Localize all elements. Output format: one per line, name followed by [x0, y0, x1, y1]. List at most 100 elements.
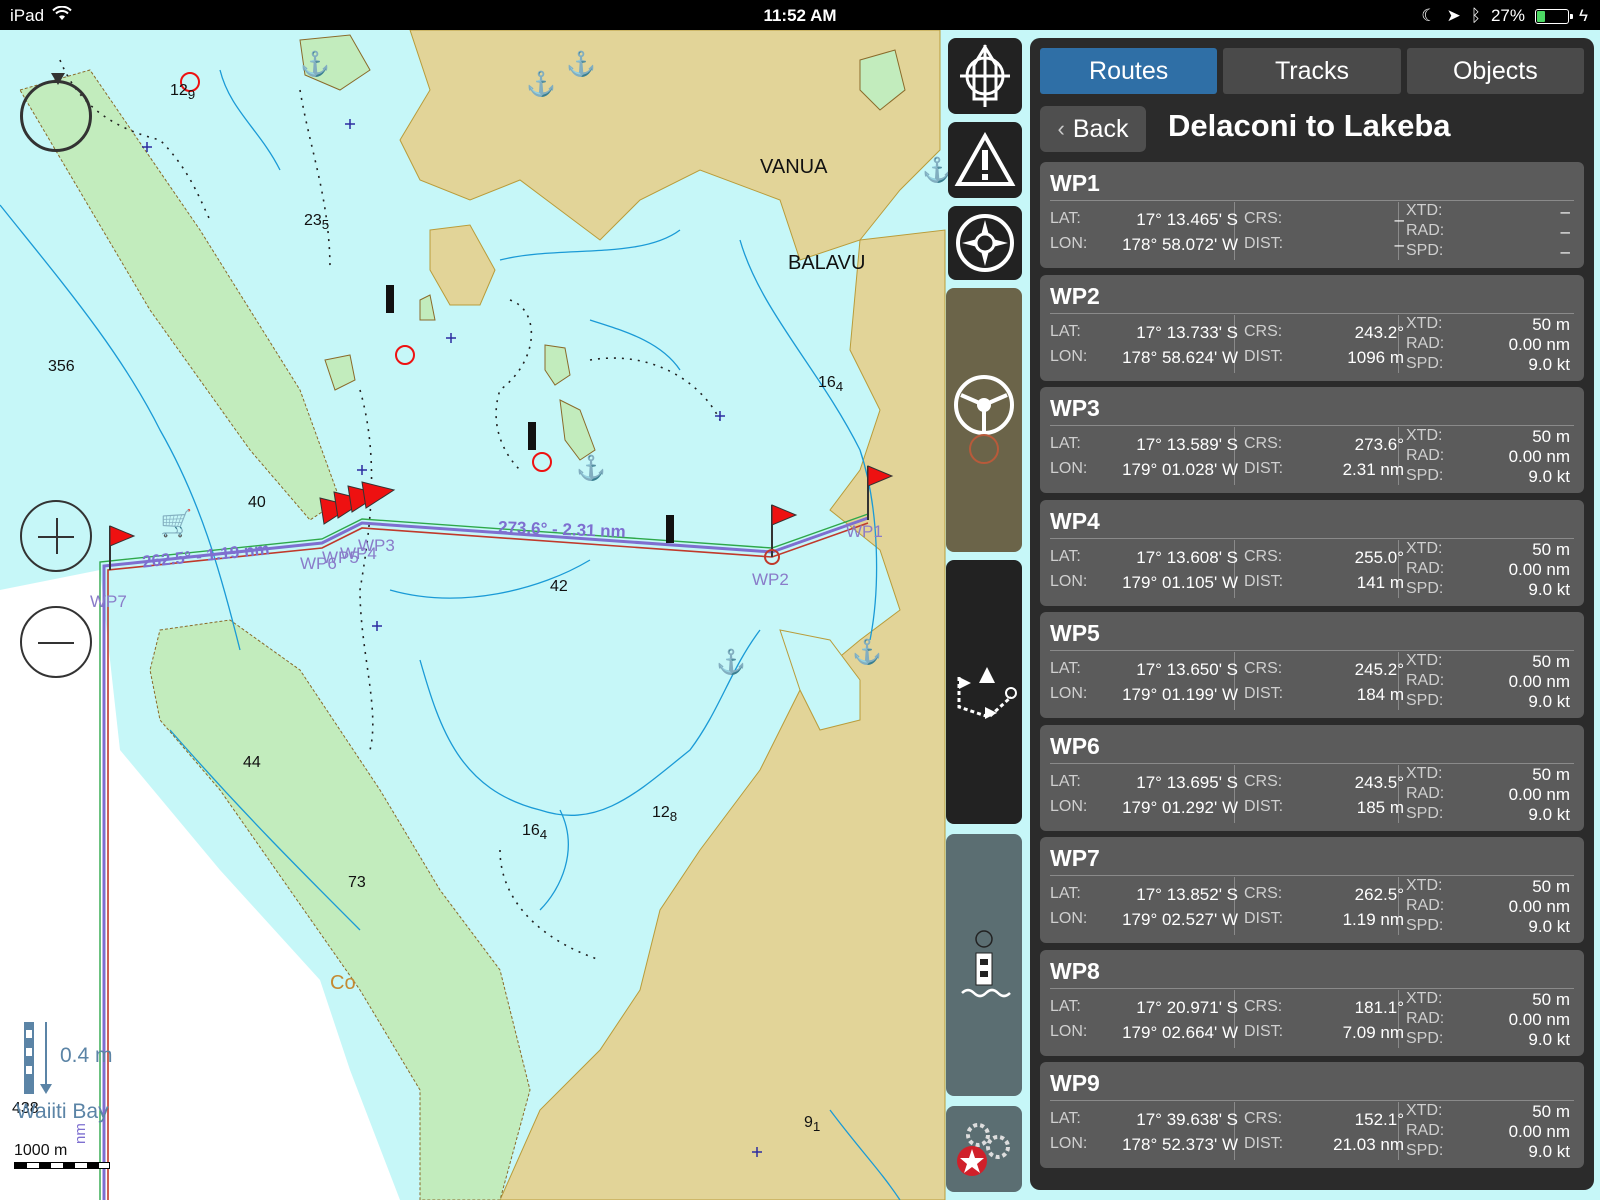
- lon-label: LON:: [1050, 460, 1088, 477]
- crs-value: 243.2°: [1354, 322, 1404, 342]
- lat-value: 17° 39.638' S: [1136, 1110, 1238, 1129]
- row-divider: [1050, 650, 1574, 651]
- xtd-value: 50 m: [1532, 314, 1570, 334]
- lat-value: 17° 13.589' S: [1136, 435, 1238, 454]
- waypoint-row[interactable]: WP1 LAT: LON: 17° 13.465' S 178° 58.072' W CR…: [1040, 162, 1584, 268]
- settings-gears-icon[interactable]: [946, 1106, 1022, 1192]
- waypoint-row[interactable]: WP9 LAT: LON: 17° 39.638' S 178° 52.373' W CR…: [1040, 1062, 1584, 1168]
- waypoint-row[interactable]: WP8 LAT: LON: 17° 20.971' S 179° 02.664' W CR…: [1040, 949, 1584, 1056]
- waypoint-label[interactable]: WP6: [300, 554, 337, 574]
- waypoint-name: WP6: [1050, 732, 1100, 759]
- waypoint-name: WP4: [1050, 507, 1100, 534]
- rad-label: RAD:: [1406, 1009, 1445, 1027]
- rad-label: RAD:: [1406, 222, 1445, 239]
- spd-label: SPD:: [1406, 692, 1444, 709]
- back-label: Back: [1072, 114, 1129, 143]
- rotation-ring-icon[interactable]: [20, 73, 92, 152]
- island-c: [559, 399, 596, 461]
- rad-label: RAD:: [1406, 447, 1445, 464]
- crs-value: –: [1394, 210, 1404, 229]
- depth-contour: [589, 319, 681, 371]
- tide-station-icon[interactable]: [946, 834, 1022, 1096]
- dist-value: 7.09 nm: [1342, 1022, 1404, 1042]
- dist-value: 21.03 nm: [1333, 1135, 1404, 1154]
- scale-unit: nm: [72, 1123, 89, 1144]
- tab-objects[interactable]: Objects: [1406, 48, 1584, 94]
- rad-label: RAD:: [1406, 559, 1445, 577]
- crs-value: 243.5°: [1354, 772, 1404, 792]
- spd-label: SPD:: [1406, 1029, 1444, 1047]
- lat-value: 17° 13.650' S: [1136, 660, 1238, 679]
- row-divider: [1050, 200, 1574, 201]
- route-title: Delaconi to Lakeba: [1168, 108, 1451, 143]
- compass-rose-icon[interactable]: [948, 206, 1022, 280]
- rad-value: 0.00 nm: [1508, 897, 1570, 916]
- spd-value: 9.0 kt: [1528, 579, 1570, 599]
- depth-sounding: 44: [243, 754, 261, 771]
- waypoint-label[interactable]: WP1: [846, 522, 883, 542]
- location-arrow-icon: ➤: [1446, 6, 1461, 25]
- waypoint-row[interactable]: WP3 LAT: LON: 17° 13.589' S 179° 01.028' W CR…: [1040, 387, 1584, 493]
- place-label: Co: [330, 972, 356, 994]
- dotted-boundary: [589, 357, 721, 421]
- depth-contour: [419, 629, 761, 816]
- waypoint-row[interactable]: WP5 LAT: LON: 17° 13.650' S 179° 01.199' W CR…: [1040, 612, 1584, 718]
- row-divider: [1050, 537, 1574, 539]
- zoom-out-icon[interactable]: [20, 606, 92, 678]
- battery-icon: [1535, 8, 1573, 24]
- waypoint-row[interactable]: WP6 LAT: LON: 17° 13.695' S 179° 01.292' W CR…: [1040, 724, 1584, 831]
- svg-text:⚓: ⚓: [526, 70, 556, 98]
- tab-tracks[interactable]: Tracks: [1223, 48, 1401, 94]
- tab-routes[interactable]: Routes: [1040, 48, 1218, 94]
- waypoint-label[interactable]: WP7: [90, 592, 127, 612]
- crs-label: CRS:: [1244, 1110, 1283, 1127]
- xtd-label: XTD:: [1406, 539, 1443, 557]
- lon-label: LON:: [1050, 910, 1088, 927]
- zoom-in-icon[interactable]: [20, 500, 92, 572]
- waypoint-label[interactable]: WP2: [752, 570, 789, 590]
- scale-ruler: [14, 1162, 110, 1169]
- svg-text:⚓: ⚓: [300, 50, 330, 78]
- lat-label: LAT:: [1050, 772, 1081, 790]
- island-b: [544, 344, 571, 386]
- rad-label: RAD:: [1406, 1122, 1445, 1139]
- xtd-label: XTD:: [1406, 427, 1443, 444]
- route-planning-icon[interactable]: [946, 560, 1022, 824]
- rad-label: RAD:: [1406, 784, 1445, 802]
- rad-value: 0.00 nm: [1508, 672, 1570, 691]
- rad-label: RAD:: [1406, 334, 1445, 352]
- crs-label: CRS:: [1244, 885, 1283, 902]
- waypoint-row[interactable]: WP4 LAT: LON: 17° 13.608' S 179° 01.105' W CR…: [1040, 499, 1584, 606]
- spd-label: SPD:: [1406, 804, 1444, 822]
- dist-label: DIST:: [1244, 685, 1284, 702]
- steering-wheel-icon[interactable]: [946, 288, 1022, 552]
- lat-label: LAT:: [1050, 997, 1081, 1015]
- back-button[interactable]: ‹ Back: [1040, 106, 1146, 152]
- waypoint-name: WP5: [1050, 620, 1100, 646]
- rad-label: RAD:: [1406, 897, 1445, 914]
- lon-label: LON:: [1050, 685, 1088, 702]
- dist-label: DIST:: [1244, 1022, 1284, 1040]
- spd-label: SPD:: [1406, 242, 1444, 259]
- xtd-label: XTD:: [1406, 989, 1443, 1007]
- warning-icon[interactable]: [948, 122, 1022, 198]
- dist-label: DIST:: [1244, 235, 1284, 252]
- lat-label: LAT:: [1050, 1110, 1081, 1127]
- xtd-label: XTD:: [1406, 202, 1443, 219]
- dist-label: DIST:: [1244, 347, 1284, 365]
- spd-value: 9.0 kt: [1528, 917, 1570, 936]
- depth-sounding: 164: [818, 374, 844, 395]
- rad-label: RAD:: [1406, 672, 1445, 689]
- depth-sounding: 128: [652, 804, 678, 825]
- crs-value: 273.6°: [1354, 435, 1404, 454]
- waypoint-row[interactable]: WP2 LAT: LON: 17° 13.733' S 178° 58.624' W CR…: [1040, 274, 1584, 381]
- dotted-boundary: [299, 89, 331, 271]
- svg-text:⚓: ⚓: [576, 454, 606, 482]
- dist-value: 2.31 nm: [1342, 460, 1404, 479]
- depth-contour: [219, 69, 281, 171]
- spd-label: SPD:: [1406, 579, 1444, 597]
- waypoint-row[interactable]: WP7 LAT: LON: 17° 13.852' S 179° 02.527' W CR…: [1040, 837, 1584, 943]
- dotted-boundary: [495, 299, 533, 471]
- waypoint-name: WP1: [1050, 170, 1100, 196]
- boat-center-icon[interactable]: [948, 38, 1022, 114]
